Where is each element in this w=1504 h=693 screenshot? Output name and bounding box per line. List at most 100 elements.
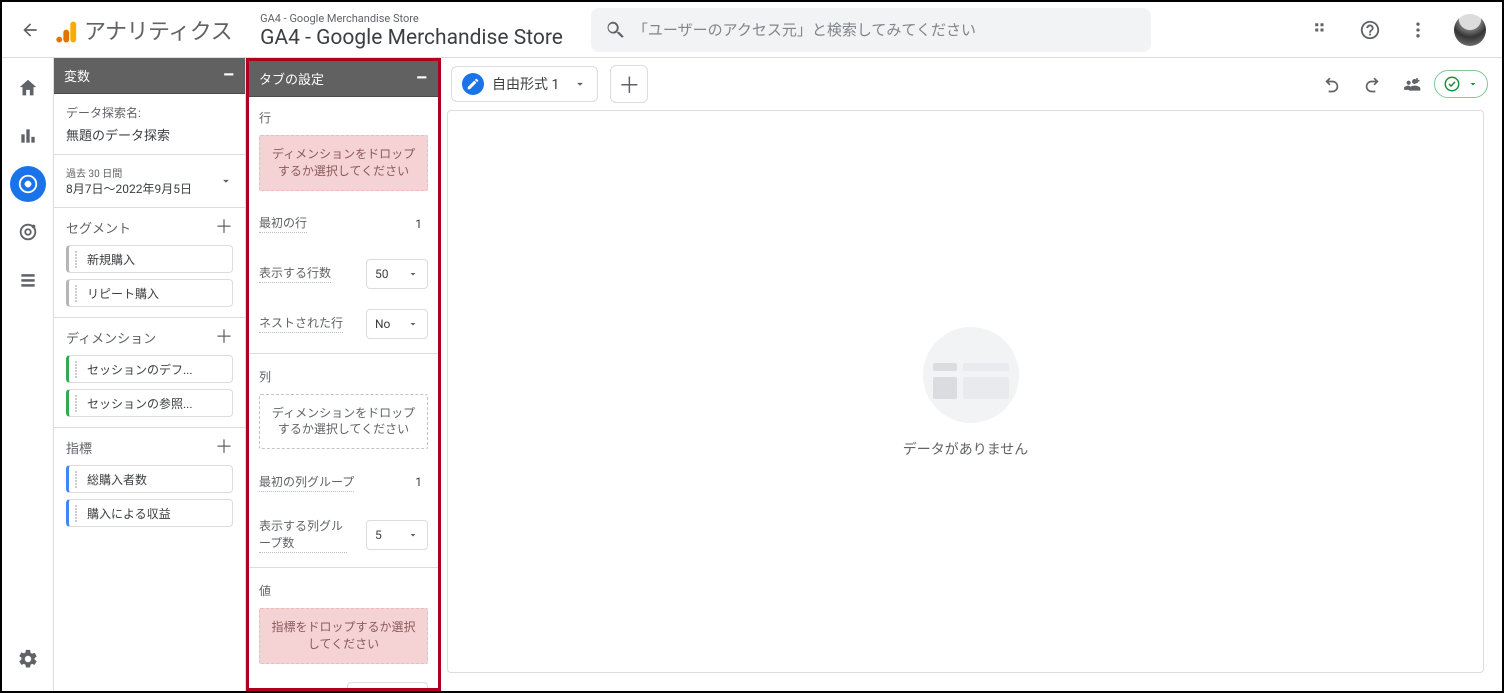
add-tab-button[interactable]: ＋ (610, 65, 648, 103)
chevron-down-icon (219, 174, 233, 188)
first-row-value[interactable]: 1 (408, 209, 428, 239)
top-bar: アナリティクス GA4 - Google Merchandise Store G… (2, 2, 1502, 58)
property-selector[interactable]: GA4 - Google Merchandise Store GA4 - Goo… (250, 8, 575, 50)
canvas-body: データがありません (447, 110, 1484, 673)
metrics-title: 指標 (66, 438, 92, 457)
segment-chip-label: 新規購入 (87, 251, 135, 268)
segment-chip-label: リピート購入 (87, 285, 159, 302)
property-breadcrumb: GA4 - Google Merchandise Store (260, 12, 563, 25)
row-count-label: 表示する行数 (259, 264, 331, 283)
dimensions-section: ディメンション ＋ セッションのデフ... セッションの参照... (54, 318, 245, 428)
metric-chip-label: 購入による収益 (87, 505, 171, 522)
search-placeholder: 「ユーザーのアクセス元」と検索してみてください (633, 19, 976, 40)
tab-settings-title: タブの設定 (259, 69, 324, 88)
metrics-section: 指標 ＋ 総購入者数 購入による収益 (54, 428, 245, 537)
col-group-count-label: 表示する列グループ数 (259, 517, 347, 553)
segments-title: セグメント (66, 218, 131, 237)
cell-type-select[interactable]: 棒グラ... (347, 682, 429, 688)
drag-handle-icon (75, 285, 81, 302)
empty-state-text: データがありません (903, 439, 1029, 459)
exploration-name-value[interactable]: 無題のデータ探索 (66, 125, 233, 144)
col-group-count-setting: 表示する列グループ数 5 (259, 511, 428, 567)
date-preset: 過去 30 日間 (66, 165, 192, 180)
first-col-group-label: 最初の列グループ (259, 473, 354, 492)
search-input[interactable]: 「ユーザーのアクセス元」と検索してみてください (591, 8, 1151, 52)
undo-button[interactable] (1314, 66, 1350, 102)
empty-state-icon (911, 325, 1021, 415)
search-icon (597, 19, 633, 41)
user-avatar[interactable] (1454, 14, 1486, 46)
exploration-name-label: データ探索名: (66, 104, 233, 121)
values-header: 値 (259, 576, 428, 604)
nested-rows-label: ネストされた行 (259, 314, 343, 333)
dimension-chip[interactable]: セッションのデフ... (66, 355, 233, 383)
cols-header: 列 (259, 362, 428, 390)
nested-rows-setting: ネストされた行 No (259, 303, 428, 353)
tab-settings-panel: タブの設定 − 行 ディメンションをドロップするか選択してください 最初の行 1… (246, 58, 441, 691)
redo-button[interactable] (1354, 66, 1390, 102)
nav-home[interactable] (10, 70, 46, 106)
date-range: 8月7日～2022年9月5日 (66, 180, 192, 197)
row-count-select[interactable]: 50 (366, 259, 428, 289)
dimension-chip-label: セッションのデフ... (87, 361, 193, 378)
first-col-group-setting: 最初の列グループ 1 (259, 461, 428, 511)
dimension-chip-label: セッションの参照... (87, 395, 193, 412)
brand-block[interactable]: アナリティクス (54, 14, 242, 46)
exploration-name-section[interactable]: データ探索名: 無題のデータ探索 (54, 94, 245, 155)
cell-type-label: セルタイプ (259, 687, 319, 688)
chevron-down-icon (573, 77, 587, 91)
nav-explore[interactable] (10, 166, 46, 202)
nav-advertising[interactable] (10, 214, 46, 250)
col-group-count-select[interactable]: 5 (366, 520, 428, 550)
chevron-down-icon (407, 318, 419, 330)
row-count-setting: 表示する行数 50 (259, 253, 428, 303)
segment-chip[interactable]: 新規購入 (66, 245, 233, 273)
property-name: GA4 - Google Merchandise Store (260, 26, 563, 51)
metric-chip-label: 総購入者数 (87, 471, 147, 488)
share-button[interactable] (1394, 66, 1430, 102)
apps-icon[interactable] (1302, 10, 1342, 50)
help-icon[interactable] (1350, 10, 1390, 50)
rows-drop-zone[interactable]: ディメンションをドロップするか選択してください (259, 135, 428, 191)
drag-handle-icon (75, 471, 81, 488)
more-menu-icon[interactable] (1398, 10, 1438, 50)
edit-icon (462, 73, 484, 95)
left-nav-rail (2, 58, 54, 691)
variables-panel-header[interactable]: 変数 − (54, 58, 245, 94)
drag-handle-icon (75, 251, 81, 268)
tab-settings-header[interactable]: タブの設定 − (249, 61, 438, 97)
data-quality-status[interactable] (1434, 70, 1488, 98)
first-col-group-value[interactable]: 1 (408, 467, 428, 497)
rows-header: 行 (259, 103, 428, 131)
segment-chip[interactable]: リピート購入 (66, 279, 233, 307)
drag-handle-icon (75, 395, 81, 412)
nested-rows-select[interactable]: No (366, 309, 428, 339)
drag-handle-icon (75, 505, 81, 522)
nav-reports[interactable] (10, 118, 46, 154)
ga-logo-icon (54, 18, 78, 42)
chevron-down-icon (407, 529, 419, 541)
chevron-down-icon (407, 268, 419, 280)
metric-chip[interactable]: 購入による収益 (66, 499, 233, 527)
segments-section: セグメント ＋ 新規購入 リピート購入 (54, 208, 245, 318)
cell-type-setting: セルタイプ 棒グラ... (259, 676, 428, 688)
nav-configure[interactable] (10, 262, 46, 298)
dimensions-title: ディメンション (66, 328, 156, 347)
back-button[interactable] (10, 10, 50, 50)
dimension-chip[interactable]: セッションの参照... (66, 389, 233, 417)
canvas-area: 自由形式 1 ＋ (443, 58, 1502, 691)
date-range-section[interactable]: 過去 30 日間 8月7日～2022年9月5日 (54, 155, 245, 208)
brand-text: アナリティクス (84, 14, 232, 46)
nav-admin-settings[interactable] (10, 641, 46, 677)
values-drop-zone[interactable]: 指標をドロップするか選択してください (259, 608, 428, 664)
first-row-label: 最初の行 (259, 214, 307, 233)
variables-panel-title: 変数 (64, 66, 90, 85)
canvas-toolbar: 自由形式 1 ＋ (443, 58, 1502, 110)
exploration-tab[interactable]: 自由形式 1 (451, 66, 598, 102)
exploration-tab-label: 自由形式 1 (492, 74, 559, 94)
drag-handle-icon (75, 361, 81, 378)
variables-panel: 変数 − データ探索名: 無題のデータ探索 過去 30 日間 8月7日～2022… (54, 58, 246, 691)
cols-drop-zone[interactable]: ディメンションをドロップするか選択してください (259, 394, 428, 450)
first-row-setting: 最初の行 1 (259, 203, 428, 253)
metric-chip[interactable]: 総購入者数 (66, 465, 233, 493)
